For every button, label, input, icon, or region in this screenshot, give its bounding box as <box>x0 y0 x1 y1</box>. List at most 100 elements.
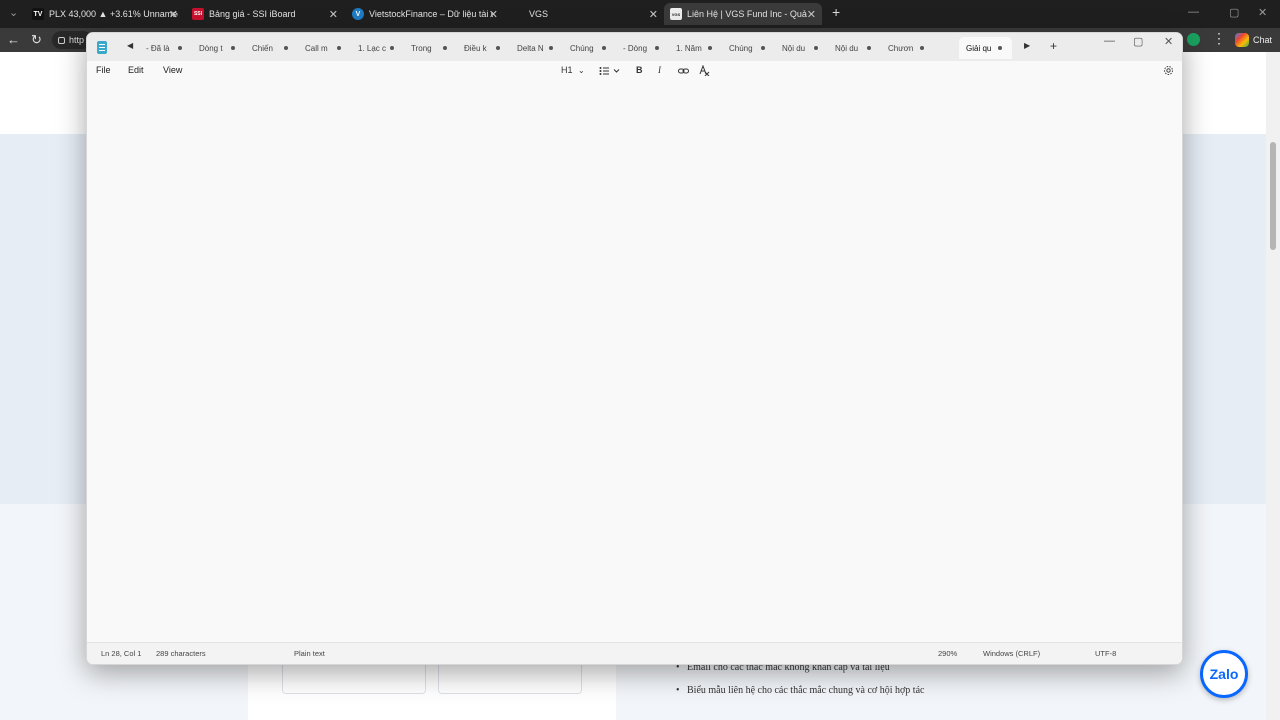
site-info-icon[interactable] <box>58 36 65 44</box>
browser-tab-title: VGS <box>529 9 549 19</box>
tradingview-favicon-icon: TV <box>32 8 44 20</box>
menu-dots-icon[interactable]: ⋮ <box>1212 30 1226 47</box>
close-tab-icon[interactable]: ✕ <box>649 8 658 21</box>
notepad-tab[interactable]: Chươn <box>881 37 934 59</box>
scroll-tabs-right-icon[interactable]: ▶ <box>1024 41 1030 50</box>
menu-view[interactable]: View <box>163 65 182 75</box>
browser-tab-title: Liên Hệ | VGS Fund Inc - Quản Lý Quỹ <box>687 9 807 19</box>
browser-tab-vgs[interactable]: VGS ✕ <box>506 3 664 25</box>
unsaved-dot-icon <box>920 46 924 50</box>
cursor-position: Ln 28, Col 1 <box>101 649 142 658</box>
bold-button[interactable]: B <box>636 65 643 75</box>
chat-label: Chat <box>1252 35 1272 45</box>
menu-edit[interactable]: Edit <box>128 65 144 75</box>
notepad-tab[interactable]: Call m <box>298 37 351 59</box>
tab-label: Delta N <box>517 43 544 53</box>
settings-button[interactable] <box>1163 65 1174 76</box>
close-tab-icon[interactable]: ✕ <box>807 8 816 21</box>
new-tab-button[interactable]: + <box>1050 39 1057 53</box>
vgs-favicon-icon <box>512 8 524 20</box>
close-tab-icon[interactable]: ✕ <box>489 8 498 21</box>
link-button[interactable] <box>678 66 689 76</box>
notepad-tab[interactable]: Trong <box>404 37 457 59</box>
unsaved-dot-icon <box>814 46 818 50</box>
unsaved-dot-icon <box>284 46 288 50</box>
list-dropdown[interactable] <box>599 66 621 76</box>
status-bar: Ln 28, Col 1 289 characters Plain text 2… <box>87 642 1182 664</box>
notepad-tab[interactable]: 1. Năm <box>669 37 722 59</box>
browser-tab-ssi[interactable]: SSI Bảng giá - SSI iBoard ✕ <box>186 3 344 25</box>
character-count: 289 characters <box>156 649 206 658</box>
page-scrollbar[interactable] <box>1266 52 1280 720</box>
notepad-tab[interactable]: Chúng <box>722 37 775 59</box>
bulleted-list-icon <box>599 67 620 75</box>
vgs-fund-favicon-icon: VGS <box>670 8 682 20</box>
browser-tab-lien-he[interactable]: VGS Liên Hệ | VGS Fund Inc - Quản Lý Quỹ… <box>664 3 822 25</box>
notepad-window: ◀ - Đã là Dòng t Chiến Call m 1. Lạc c T… <box>86 32 1183 665</box>
list-item-text: Biểu mẫu liên hệ cho các thắc mắc chung … <box>687 685 925 696</box>
heading-dropdown[interactable]: H1 ⌄ <box>561 65 585 75</box>
reload-icon[interactable]: ↻ <box>31 32 42 48</box>
browser-tab-title: VietstockFinance – Dữ liệu tài chính <box>369 9 493 19</box>
tab-label: Nội du <box>782 43 806 53</box>
tab-label: Chúng <box>570 43 594 53</box>
italic-button[interactable]: I <box>658 65 661 75</box>
vietstock-favicon-icon: V <box>352 8 364 20</box>
scroll-tabs-left-icon[interactable]: ◀ <box>127 41 133 50</box>
unsaved-dot-icon <box>549 46 553 50</box>
tab-label: - Dòng <box>623 43 648 53</box>
zoom-level[interactable]: 290% <box>938 649 957 658</box>
maximize-icon[interactable]: ▢ <box>1133 35 1143 48</box>
unsaved-dot-icon <box>602 46 606 50</box>
close-tab-icon[interactable]: ✕ <box>329 8 338 21</box>
encoding[interactable]: UTF-8 <box>1095 649 1116 658</box>
notepad-tab[interactable]: Nội du <box>828 37 881 59</box>
zalo-chat-button[interactable]: Zalo <box>1200 650 1248 698</box>
notepad-tab[interactable]: Delta N <box>510 37 563 59</box>
close-window-icon[interactable]: ✕ <box>1258 6 1267 19</box>
gemini-icon <box>1234 33 1249 47</box>
notepad-tab[interactable]: Chiến <box>245 37 298 59</box>
menu-file[interactable]: File <box>96 65 111 75</box>
format-mode[interactable]: Plain text <box>294 649 325 658</box>
tab-label: Giải qu <box>966 43 992 53</box>
unsaved-dot-icon <box>761 46 765 50</box>
close-tab-icon[interactable]: ✕ <box>169 8 178 21</box>
scrollbar-thumb[interactable] <box>1270 142 1276 250</box>
browser-tab-title: Bảng giá - SSI iBoard <box>209 9 296 19</box>
browser-tab-bar: ⌄ TV PLX 43,000 ▲ +3.61% Unnamed ✕ SSI B… <box>0 0 1280 28</box>
maximize-icon[interactable]: ▢ <box>1229 6 1239 19</box>
gemini-chat-button[interactable]: Chat <box>1234 31 1272 49</box>
tab-search-chevron-icon[interactable]: ⌄ <box>9 6 18 19</box>
notepad-tab[interactable]: - Dòng <box>616 37 669 59</box>
clear-formatting-button[interactable] <box>699 65 710 76</box>
notepad-menu-bar: File Edit View H1 ⌄ B I <box>87 61 1182 83</box>
new-tab-button[interactable]: + <box>832 4 840 20</box>
link-icon <box>678 68 689 74</box>
back-arrow-icon[interactable]: ← <box>7 32 20 47</box>
unsaved-dot-icon <box>867 46 871 50</box>
text-editor-area[interactable] <box>87 83 1182 644</box>
notepad-tab[interactable]: Nội du <box>775 37 828 59</box>
notepad-tab[interactable]: 1. Lạc c <box>351 37 404 59</box>
browser-tab-vietstock[interactable]: V VietstockFinance – Dữ liệu tài chính ✕ <box>346 3 504 25</box>
notepad-tab[interactable]: Dòng t <box>192 37 245 59</box>
browser-tab-plx[interactable]: TV PLX 43,000 ▲ +3.61% Unnamed ✕ <box>26 3 184 25</box>
notepad-tab-active[interactable]: Giải qu <box>959 37 1012 59</box>
unsaved-dot-icon <box>496 46 500 50</box>
tab-label: Chiến <box>252 43 273 53</box>
clear-formatting-icon <box>699 65 710 76</box>
minimize-icon[interactable]: — <box>1188 6 1199 18</box>
tab-label: - Đã là <box>146 43 170 53</box>
heading-label: H1 <box>561 65 573 75</box>
tab-label: Dòng t <box>199 43 223 53</box>
close-window-icon[interactable]: ✕ <box>1164 35 1173 48</box>
notepad-tab[interactable]: - Đã là <box>139 37 192 59</box>
notepad-tab[interactable]: Chúng <box>563 37 616 59</box>
notepad-tab-bar: ◀ - Đã là Dòng t Chiến Call m 1. Lạc c T… <box>87 33 1182 61</box>
notepad-tab[interactable]: Điều k <box>457 37 510 59</box>
line-ending[interactable]: Windows (CRLF) <box>983 649 1040 658</box>
tab-label: Nội du <box>835 43 859 53</box>
extension-icon[interactable] <box>1187 33 1200 46</box>
minimize-icon[interactable]: — <box>1104 35 1115 47</box>
